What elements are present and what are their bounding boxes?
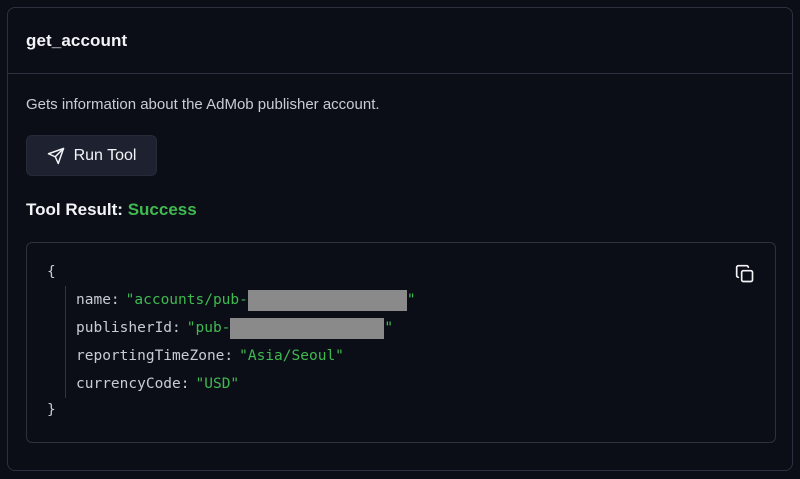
json-entry-name: name : "accounts/pub- " — [76, 286, 416, 314]
tool-description: Gets information about the AdMob publish… — [26, 96, 380, 113]
json-colon: : — [224, 348, 234, 364]
json-value: "pub- — [186, 320, 231, 336]
run-tool-label: Run Tool — [73, 146, 137, 164]
json-key: reportingTimeZone — [76, 348, 225, 364]
json-entry-reporting-time-zone: reportingTimeZone : "Asia/Seoul" — [76, 342, 416, 370]
json-colon: : — [172, 320, 181, 336]
redacted-block — [247, 289, 407, 311]
json-key: publisherId — [76, 320, 173, 336]
redacted-block — [230, 317, 385, 339]
json-value: "USD" — [195, 376, 240, 392]
run-tool-button[interactable]: Run Tool — [26, 135, 157, 176]
tool-result-label: Tool Result: — [26, 200, 123, 219]
tool-name-title: get_account — [26, 30, 128, 50]
json-key: currencyCode — [76, 376, 181, 392]
json-entries: name : "accounts/pub- " publisherId : "p… — [65, 286, 416, 398]
json-key: name — [76, 292, 111, 308]
json-entry-publisher-id: publisherId : "pub- " — [76, 314, 416, 342]
json-value: "Asia/Seoul" — [239, 348, 344, 364]
json-colon: : — [180, 376, 190, 392]
card-header: get_account — [8, 8, 792, 74]
json-close-brace: } — [47, 402, 56, 418]
send-icon — [47, 147, 65, 165]
json-entry-currency-code: currencyCode : "USD" — [76, 370, 416, 398]
json-open-brace: { — [47, 264, 56, 280]
tool-result-status: Success — [127, 200, 197, 219]
json-value-quote: " — [384, 320, 394, 336]
json-value-quote: " — [406, 292, 416, 308]
json-value: "accounts/pub- — [125, 292, 248, 308]
tool-result-heading: Tool Result: Success — [26, 200, 197, 220]
json-result-viewer: { name : "accounts/pub- " publisherId : … — [26, 242, 776, 443]
tool-card: get_account Gets information about the A… — [7, 7, 793, 471]
copy-icon[interactable] — [735, 264, 755, 284]
json-colon: : — [110, 292, 120, 308]
